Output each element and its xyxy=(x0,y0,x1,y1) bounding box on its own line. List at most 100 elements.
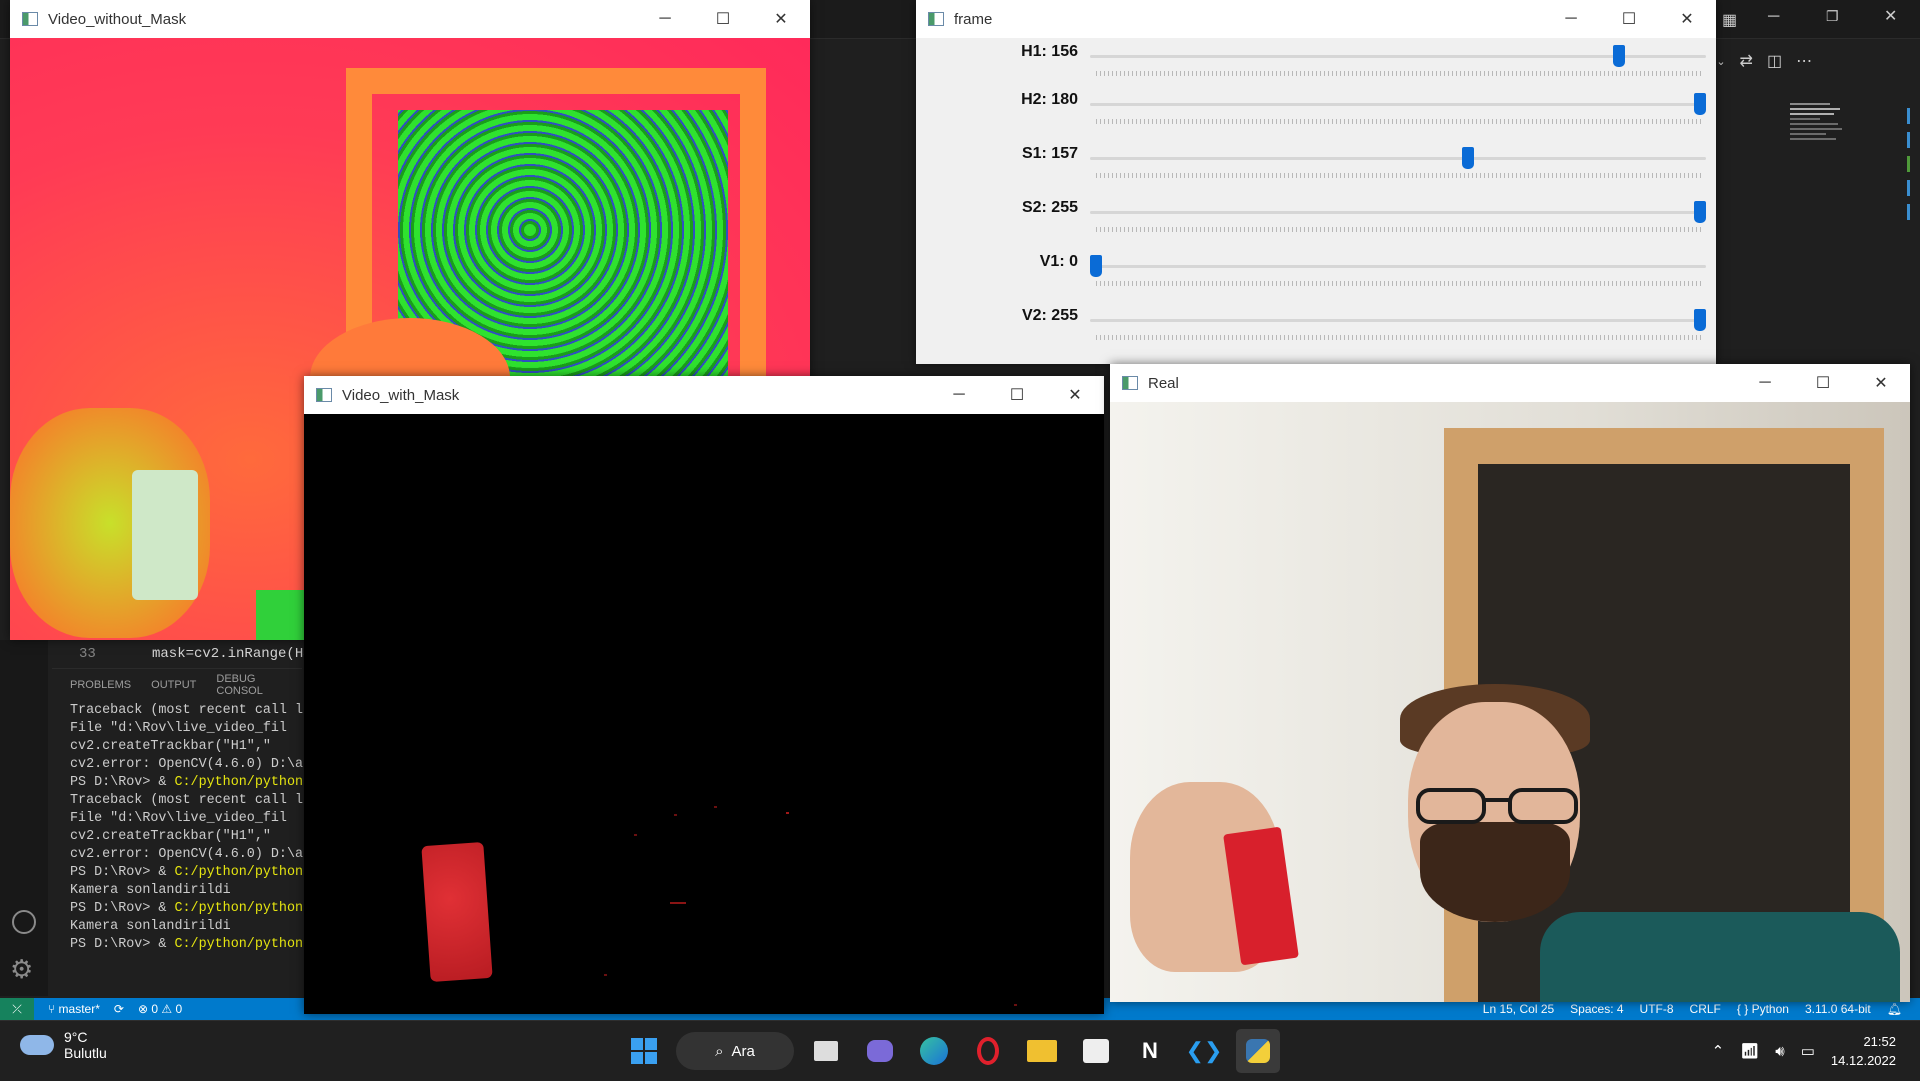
tab-output[interactable]: OUTPUT xyxy=(151,679,196,691)
branch-indicator[interactable]: ⑂ master* xyxy=(48,1002,100,1016)
minimize-button[interactable]: ─ xyxy=(930,376,988,414)
account-icon[interactable] xyxy=(12,910,36,934)
close-button[interactable]: ✕ xyxy=(1046,376,1104,414)
more-icon[interactable]: ⋯ xyxy=(1796,51,1812,71)
restore-icon[interactable]: ❐ xyxy=(1826,8,1839,25)
sync-icon[interactable]: ⟳ xyxy=(114,1002,124,1016)
code-text: mask=cv2.inRange(HS xyxy=(152,646,312,662)
trackbar-thumb[interactable] xyxy=(1694,309,1706,331)
trackbar-row: H2: 180 xyxy=(916,86,1716,140)
notion-icon[interactable]: N xyxy=(1128,1029,1172,1073)
chevron-up-icon[interactable]: ⌃ xyxy=(1712,1042,1725,1060)
trackbar-row: S1: 157 xyxy=(916,140,1716,194)
minimize-icon[interactable]: ─ xyxy=(1768,8,1779,26)
branch-name: master* xyxy=(58,1002,100,1016)
compare-icon[interactable]: ⇄ xyxy=(1740,51,1753,71)
split-editor-icon[interactable]: ◫ xyxy=(1767,51,1782,71)
vscode-icon[interactable]: ❮❯ xyxy=(1182,1029,1226,1073)
close-button[interactable]: ✕ xyxy=(1658,0,1716,38)
python-icon[interactable] xyxy=(1236,1029,1280,1073)
search-button[interactable]: ⌕ Ara xyxy=(676,1032,794,1070)
volume-icon[interactable]: 🔊︎ xyxy=(1775,1043,1784,1060)
tab-debug-console[interactable]: DEBUG CONSOL xyxy=(216,673,302,697)
minimap[interactable] xyxy=(1790,100,1850,210)
noise-speck xyxy=(674,814,677,816)
layout-icon[interactable]: ▦ xyxy=(1722,10,1737,30)
trackbar-label: H2: 180 xyxy=(1021,91,1078,108)
indentation[interactable]: Spaces: 4 xyxy=(1570,1002,1623,1016)
taskbar: 9°C Bulutlu ⌕ Ara N ❮❯ ⌃ 📶︎ 🔊︎ ▭ 21:52 14… xyxy=(0,1020,1920,1081)
problems-indicator[interactable]: ⊗ 0 ⚠ 0 xyxy=(138,1002,182,1016)
maximize-button[interactable]: ☐ xyxy=(1600,0,1658,38)
cursor-position[interactable]: Ln 15, Col 25 xyxy=(1483,1002,1554,1016)
terminal-text: File "d:\Rov\live_video_fil xyxy=(70,721,287,736)
wifi-icon[interactable]: 📶︎ xyxy=(1740,1042,1759,1060)
close-button[interactable]: ✕ xyxy=(752,0,810,38)
edge-icon[interactable] xyxy=(912,1029,956,1073)
terminal-path: C:/python/python xyxy=(174,901,304,916)
trackbar-label: V1: 0 xyxy=(1039,253,1078,270)
store-icon[interactable] xyxy=(1074,1029,1118,1073)
terminal-text: PS D:\Rov> & xyxy=(70,901,175,916)
minimize-button[interactable]: ─ xyxy=(636,0,694,38)
opera-icon[interactable] xyxy=(966,1029,1010,1073)
maximize-button[interactable]: ☐ xyxy=(988,376,1046,414)
window-title-bar[interactable]: frame ─ ☐ ✕ xyxy=(916,0,1716,38)
file-explorer-icon[interactable] xyxy=(1020,1029,1064,1073)
error-count: 0 xyxy=(151,1002,159,1016)
terminal[interactable]: Traceback (most recent call l File "d:\R… xyxy=(52,702,304,1002)
editor-code-line[interactable]: 33 mask=cv2.inRange(HS xyxy=(52,642,312,666)
encoding[interactable]: UTF-8 xyxy=(1640,1002,1674,1016)
noise-speck xyxy=(634,834,637,836)
weather-temperature: 9°C xyxy=(64,1029,88,1045)
trackbar-track[interactable] xyxy=(1090,103,1706,106)
terminal-text: Traceback (most recent call l xyxy=(70,793,304,808)
minimize-button[interactable]: ─ xyxy=(1736,364,1794,402)
notifications-bell-icon[interactable]: 🔔︎ xyxy=(1887,1002,1902,1016)
editor-toolbar: ▷ ⌄ ⇄ ◫ ⋯ xyxy=(1700,48,1920,74)
trackbar-track[interactable] xyxy=(1090,265,1706,268)
terminal-line: cv2.createTrackbar("H1"," xyxy=(70,738,304,756)
weather-widget[interactable]: 9°C Bulutlu xyxy=(20,1029,107,1061)
start-icon[interactable] xyxy=(622,1029,666,1073)
clock-time: 21:52 xyxy=(1863,1034,1896,1049)
battery-icon[interactable]: ▭ xyxy=(1801,1042,1815,1060)
trackbar-thumb[interactable] xyxy=(1694,93,1706,115)
trackbar-thumb[interactable] xyxy=(1694,201,1706,223)
terminal-line: PS D:\Rov> & C:/python/python xyxy=(70,864,304,882)
line-ending[interactable]: CRLF xyxy=(1690,1002,1721,1016)
trackbar-thumb[interactable] xyxy=(1461,147,1474,169)
tab-problems[interactable]: PROBLEMS xyxy=(70,679,131,691)
window-title-bar[interactable]: Real ─ ☐ ✕ xyxy=(1110,364,1910,402)
window-title-bar[interactable]: Video_with_Mask ─ ☐ ✕ xyxy=(304,376,1104,414)
window-video-with-mask: Video_with_Mask ─ ☐ ✕ xyxy=(304,376,1104,1014)
clock[interactable]: 21:52 14.12.2022 xyxy=(1831,1032,1896,1070)
chevron-down-icon[interactable]: ⌄ xyxy=(1716,55,1725,68)
beard xyxy=(1420,822,1570,922)
editor-scrollbar[interactable] xyxy=(1905,100,1913,360)
noise-speck xyxy=(604,974,607,976)
maximize-button[interactable]: ☐ xyxy=(1794,364,1852,402)
settings-gear-icon[interactable]: ⚙ xyxy=(10,954,33,985)
task-view-icon[interactable] xyxy=(804,1029,848,1073)
trackbar-thumb[interactable] xyxy=(1613,45,1626,67)
close-button[interactable]: ✕ xyxy=(1852,364,1910,402)
trackbar-ticks xyxy=(1096,173,1702,178)
python-interpreter[interactable]: 3.11.0 64-bit xyxy=(1805,1002,1871,1016)
terminal-line: cv2.error: OpenCV(4.6.0) D:\a xyxy=(70,756,304,774)
language-mode[interactable]: { } Python xyxy=(1737,1002,1789,1016)
minimize-button[interactable]: ─ xyxy=(1542,0,1600,38)
chat-icon[interactable] xyxy=(858,1029,902,1073)
remote-indicator-icon[interactable]: ⤫ xyxy=(0,998,34,1020)
trackbar-ticks xyxy=(1096,119,1702,124)
terminal-text: cv2.error: OpenCV(4.6.0) D:\a xyxy=(70,757,304,772)
trackbar-track[interactable] xyxy=(1090,319,1706,322)
detected-red-object xyxy=(421,842,493,982)
close-icon[interactable]: ✕ xyxy=(1884,6,1897,26)
trackbar-thumb[interactable] xyxy=(1090,255,1102,277)
trackbar-track[interactable] xyxy=(1090,157,1706,160)
trackbar-track[interactable] xyxy=(1090,211,1706,214)
window-title-bar[interactable]: Video_without_Mask ─ ☐ ✕ xyxy=(10,0,810,38)
maximize-button[interactable]: ☐ xyxy=(694,0,752,38)
window-frame-trackbars: frame ─ ☐ ✕ H1: 156 H2: 180 S1: 157 S2: 255… xyxy=(916,0,1716,364)
